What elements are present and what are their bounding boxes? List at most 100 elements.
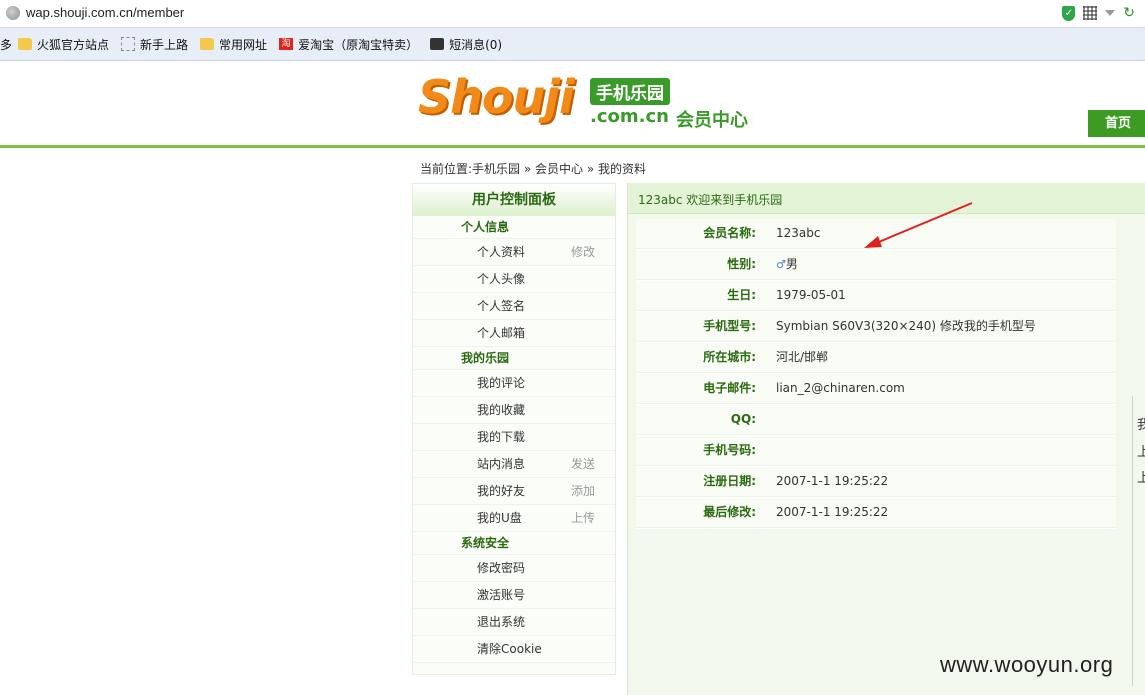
menu-item-comments[interactable]: 我的评论 xyxy=(413,370,615,397)
column-divider xyxy=(1132,396,1133,686)
taobao-icon: 淘 xyxy=(279,38,294,50)
table-row: 所在城市: 河北/邯郸 xyxy=(636,343,1116,373)
chevron-down-icon[interactable] xyxy=(1105,10,1116,16)
menu-item-label[interactable]: 我的评论 xyxy=(477,370,525,396)
table-row: 电子邮件: lian_2@chinaren.com xyxy=(636,374,1116,404)
menu-item-label[interactable]: 我的好友 xyxy=(477,478,525,504)
menu-item-avatar[interactable]: 个人头像 xyxy=(413,266,615,293)
menu-item-action[interactable]: 添加 xyxy=(571,478,595,504)
menu-item-label[interactable]: 我的下载 xyxy=(477,424,525,450)
panel-title: 用户控制面板 xyxy=(413,184,615,216)
menu-item-label[interactable]: 我的U盘 xyxy=(477,505,522,531)
bookmark-label: 短消息(0) xyxy=(449,37,503,52)
logo-subtitle: 会员中心 xyxy=(676,110,748,131)
menu-item-activate[interactable]: 激活账号 xyxy=(413,582,615,609)
user-control-panel: 用户控制面板 个人信息 个人资料 修改 个人头像 个人签名 个人邮箱 我的乐园 我… xyxy=(412,183,616,675)
field-label: 最后修改: xyxy=(703,505,756,519)
menu-item-label[interactable]: 退出系统 xyxy=(477,609,525,635)
message-icon xyxy=(430,38,445,50)
bookmark-firefox-site[interactable]: 火狐官方站点 xyxy=(18,36,109,53)
menu-item-label[interactable]: 个人签名 xyxy=(477,293,525,319)
field-label: 电子邮件: xyxy=(703,381,756,395)
field-value[interactable]: Symbian S60V3(320×240) 修改我的手机型号 xyxy=(776,312,1036,341)
menu-item-clear-cookie[interactable]: 清除Cookie xyxy=(413,636,615,663)
menu-item-friends[interactable]: 我的好友 添加 xyxy=(413,478,615,505)
menu-item-signature[interactable]: 个人签名 xyxy=(413,293,615,320)
field-label: 生日: xyxy=(727,288,756,302)
bookmark-overflow[interactable]: 多 xyxy=(0,36,12,53)
clipped-text: 我 xyxy=(1137,418,1145,433)
bookmark-label: 多 xyxy=(0,37,13,52)
field-value: 123abc xyxy=(776,226,821,240)
breadcrumb-link-member[interactable]: 会员中心 xyxy=(535,162,583,176)
menu-item-profile[interactable]: 个人资料 修改 xyxy=(413,239,615,266)
table-row: 生日: 1979-05-01 xyxy=(636,281,1116,311)
header-divider xyxy=(0,145,1145,148)
site-logo[interactable]: Shouji 手机乐园 .com.cn 会员中心 xyxy=(418,70,758,140)
menu-item-downloads[interactable]: 我的下载 xyxy=(413,424,615,451)
table-row: 手机型号: Symbian S60V3(320×240) 修改我的手机型号 xyxy=(636,312,1116,342)
menu-item-label[interactable]: 个人资料 xyxy=(477,239,525,265)
bookmark-label: 常用网址 xyxy=(219,37,268,52)
logo-domain: .com.cn xyxy=(590,106,669,127)
logo-tagline: 手机乐园 xyxy=(590,78,670,105)
url-text[interactable]: wap.shouji.com.cn/member xyxy=(26,5,184,20)
bookmark-common-sites[interactable]: 常用网址 xyxy=(200,36,267,53)
menu-item-label[interactable]: 我的收藏 xyxy=(477,397,525,423)
shield-icon[interactable]: ✓ xyxy=(1062,5,1076,21)
field-label: 手机型号: xyxy=(703,319,756,333)
menu-item-favorites[interactable]: 我的收藏 xyxy=(413,397,615,424)
gender-text: 男 xyxy=(785,257,798,271)
field-value-gender: ♂男 xyxy=(776,250,798,279)
bookmark-taobao[interactable]: 淘 爱淘宝（原淘宝特卖） xyxy=(279,36,418,53)
bookmarks-bar: 多 火狐官方站点 新手上路 常用网址 淘 爱淘宝（原淘宝特卖） 短消息(0) xyxy=(0,28,1145,61)
field-label: QQ: xyxy=(730,412,756,426)
breadcrumb: 当前位置:手机乐园 » 会员中心 » 我的资料 xyxy=(420,160,646,177)
menu-item-udisk[interactable]: 我的U盘 上传 xyxy=(413,505,615,532)
field-label: 会员名称: xyxy=(703,226,756,240)
menu-item-label[interactable]: 个人头像 xyxy=(477,266,525,292)
field-label: 注册日期: xyxy=(703,474,756,488)
menu-item-label[interactable]: 修改密码 xyxy=(477,555,525,581)
menu-item-change-password[interactable]: 修改密码 xyxy=(413,555,615,582)
field-label: 手机号码: xyxy=(703,443,756,457)
bookmark-getting-started[interactable]: 新手上路 xyxy=(121,36,188,53)
menu-item-logout[interactable]: 退出系统 xyxy=(413,609,615,636)
field-value: 2007-1-1 19:25:22 xyxy=(776,505,889,519)
address-bar[interactable]: wap.shouji.com.cn/member ✓ ↻ xyxy=(0,0,1145,28)
logo-wordmark: Shouji xyxy=(418,70,575,124)
menu-item-action[interactable]: 发送 xyxy=(571,451,595,477)
watermark: www.wooyun.org xyxy=(940,652,1114,677)
bookmark-messages[interactable]: 短消息(0) xyxy=(430,36,502,53)
folder-icon xyxy=(200,38,215,50)
menu-item-messages[interactable]: 站内消息 发送 xyxy=(413,451,615,478)
reload-icon[interactable]: ↻ xyxy=(1123,6,1135,20)
clipped-text: 上 xyxy=(1137,445,1145,460)
clipped-text: 上 xyxy=(1137,471,1145,486)
field-value: lian_2@chinaren.com xyxy=(776,381,905,395)
home-nav-button[interactable]: 首页 xyxy=(1088,110,1145,137)
menu-item-action[interactable]: 修改 xyxy=(571,239,595,265)
male-icon: ♂ xyxy=(776,258,786,271)
breadcrumb-link-home[interactable]: 手机乐园 xyxy=(472,162,520,176)
menu-item-label[interactable]: 清除Cookie xyxy=(477,636,542,662)
section-title: 系统安全 xyxy=(413,532,615,555)
table-row: 手机号码: xyxy=(636,436,1116,466)
qr-code-icon[interactable] xyxy=(1083,6,1098,20)
bookmark-label: 新手上路 xyxy=(140,37,189,52)
menu-item-label[interactable]: 激活账号 xyxy=(477,582,525,608)
menu-item-label[interactable]: 个人邮箱 xyxy=(477,320,525,346)
table-row: 注册日期: 2007-1-1 19:25:22 xyxy=(636,467,1116,497)
profile-content: 123abc 欢迎来到手机乐园 会员名称: 123abc 性别: ♂男 生日: 197… xyxy=(627,183,1145,695)
profile-info-table: 会员名称: 123abc 性别: ♂男 生日: 1979-05-01 手机型号: Sym… xyxy=(636,219,1116,529)
bookmark-label: 爱淘宝（原淘宝特卖） xyxy=(298,37,419,52)
menu-item-action[interactable]: 上传 xyxy=(571,505,595,531)
menu-item-email[interactable]: 个人邮箱 xyxy=(413,320,615,347)
breadcrumb-separator: » xyxy=(520,162,536,176)
field-label: 所在城市: xyxy=(703,350,756,364)
breadcrumb-link-profile[interactable]: 我的资料 xyxy=(598,162,646,176)
globe-icon xyxy=(6,6,20,20)
breadcrumb-prefix: 当前位置: xyxy=(420,162,473,176)
menu-item-label[interactable]: 站内消息 xyxy=(477,451,525,477)
field-value: 河北/邯郸 xyxy=(776,350,829,364)
